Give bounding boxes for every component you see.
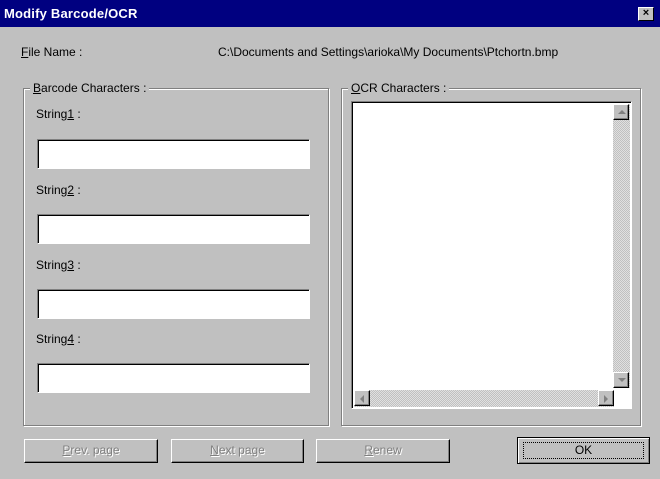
string3-input[interactable]	[38, 290, 309, 318]
scroll-left-arrow-icon	[360, 395, 364, 403]
string1-input-frame	[37, 139, 310, 169]
scroll-up-button[interactable]	[613, 104, 629, 120]
close-icon[interactable]: ×	[638, 7, 654, 21]
string4-input-frame	[37, 363, 310, 393]
string3-input-frame	[37, 289, 310, 319]
barcode-characters-title: Barcode Characters :	[30, 81, 150, 95]
ok-focus-rect	[523, 442, 644, 459]
modify-barcode-ocr-dialog: Modify Barcode/OCR × File Name : C:\Docu…	[0, 0, 660, 479]
string2-input[interactable]	[38, 215, 309, 243]
ocr-characters-title: OCR Characters :	[348, 81, 450, 95]
file-name-label: File Name :	[21, 45, 83, 59]
ocr-characters-textarea[interactable]	[351, 101, 632, 409]
ocr-vertical-scrollbar[interactable]	[613, 104, 630, 388]
scroll-right-arrow-icon	[604, 395, 608, 403]
scroll-up-arrow-icon	[618, 110, 626, 114]
scroll-down-button[interactable]	[613, 372, 629, 388]
string2-label: String2 :	[36, 183, 81, 197]
title-bar[interactable]: Modify Barcode/OCR ×	[0, 0, 660, 27]
next-page-button[interactable]: Next page	[171, 439, 304, 463]
string1-label: String1 :	[36, 107, 81, 121]
string4-label: String4 :	[36, 332, 81, 346]
renew-button[interactable]: Renew	[316, 439, 450, 463]
ok-button[interactable]: OK	[517, 437, 650, 464]
string2-input-frame	[37, 214, 310, 244]
file-path-value: C:\Documents and Settings\arioka\My Docu…	[218, 45, 559, 59]
string4-input[interactable]	[38, 364, 309, 392]
prev-page-button[interactable]: Prev. page	[24, 439, 158, 463]
string1-input[interactable]	[38, 140, 309, 168]
scroll-down-arrow-icon	[618, 378, 626, 382]
window-title: Modify Barcode/OCR	[4, 6, 138, 21]
scroll-right-button[interactable]	[598, 390, 614, 406]
string3-label: String3 :	[36, 258, 81, 272]
scroll-left-button[interactable]	[354, 390, 370, 406]
ocr-horizontal-scrollbar[interactable]	[354, 390, 614, 407]
